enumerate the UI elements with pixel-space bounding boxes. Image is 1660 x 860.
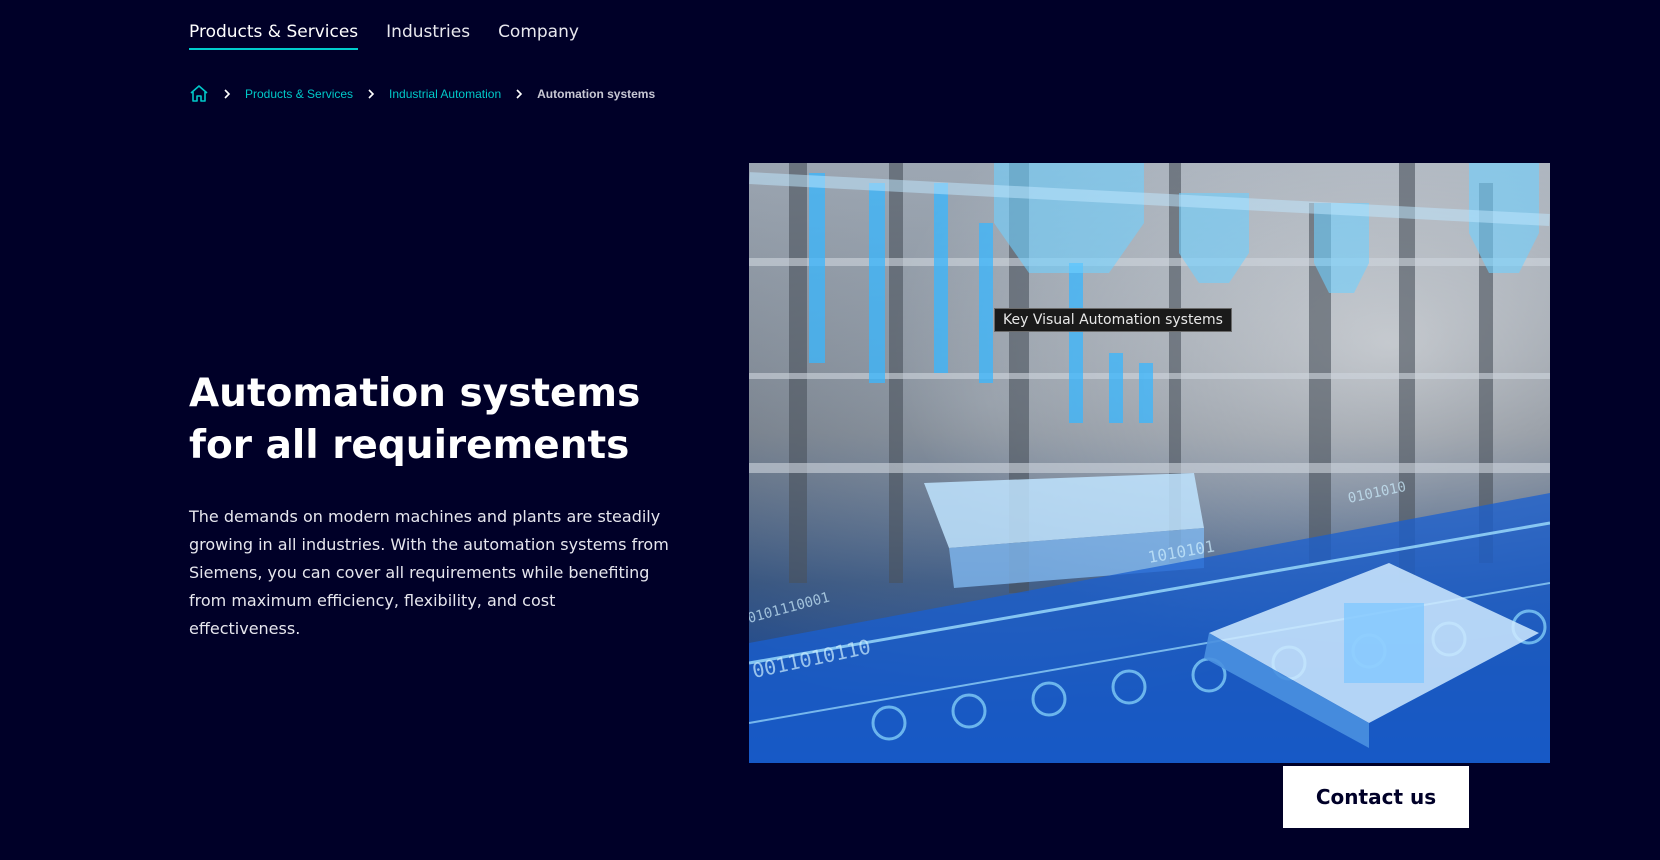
breadcrumb-products-services[interactable]: Products & Services (245, 87, 353, 101)
image-tooltip: Key Visual Automation systems (994, 308, 1232, 332)
page: Products & Services Industries Company P… (0, 0, 1660, 860)
nav-products-services[interactable]: Products & Services (189, 22, 359, 50)
nav-industries[interactable]: Industries (386, 22, 470, 48)
chevron-right-icon (513, 88, 525, 100)
hero-description: The demands on modern machines and plant… (189, 507, 669, 638)
key-visual-image: 0011010110 0101110001 1010101 0101010 Ke… (749, 163, 1550, 763)
svg-text:0101010: 0101010 (1347, 479, 1408, 507)
contact-us-button[interactable]: Contact us (1283, 766, 1469, 828)
svg-text:0101110001: 0101110001 (749, 590, 831, 627)
breadcrumb-current: Automation systems (537, 87, 656, 101)
home-icon[interactable] (189, 84, 209, 104)
page-title: Automation systems for all requirements (189, 371, 641, 468)
nav-company[interactable]: Company (498, 22, 579, 48)
factory-illustration: 0011010110 0101110001 1010101 0101010 (749, 163, 1550, 763)
top-navigation: Products & Services Industries Company (189, 22, 579, 50)
chevron-right-icon (221, 88, 233, 100)
breadcrumb: Products & Services Industrial Automatio… (189, 84, 655, 104)
breadcrumb-industrial-automation[interactable]: Industrial Automation (389, 87, 501, 101)
chevron-right-icon (365, 88, 377, 100)
